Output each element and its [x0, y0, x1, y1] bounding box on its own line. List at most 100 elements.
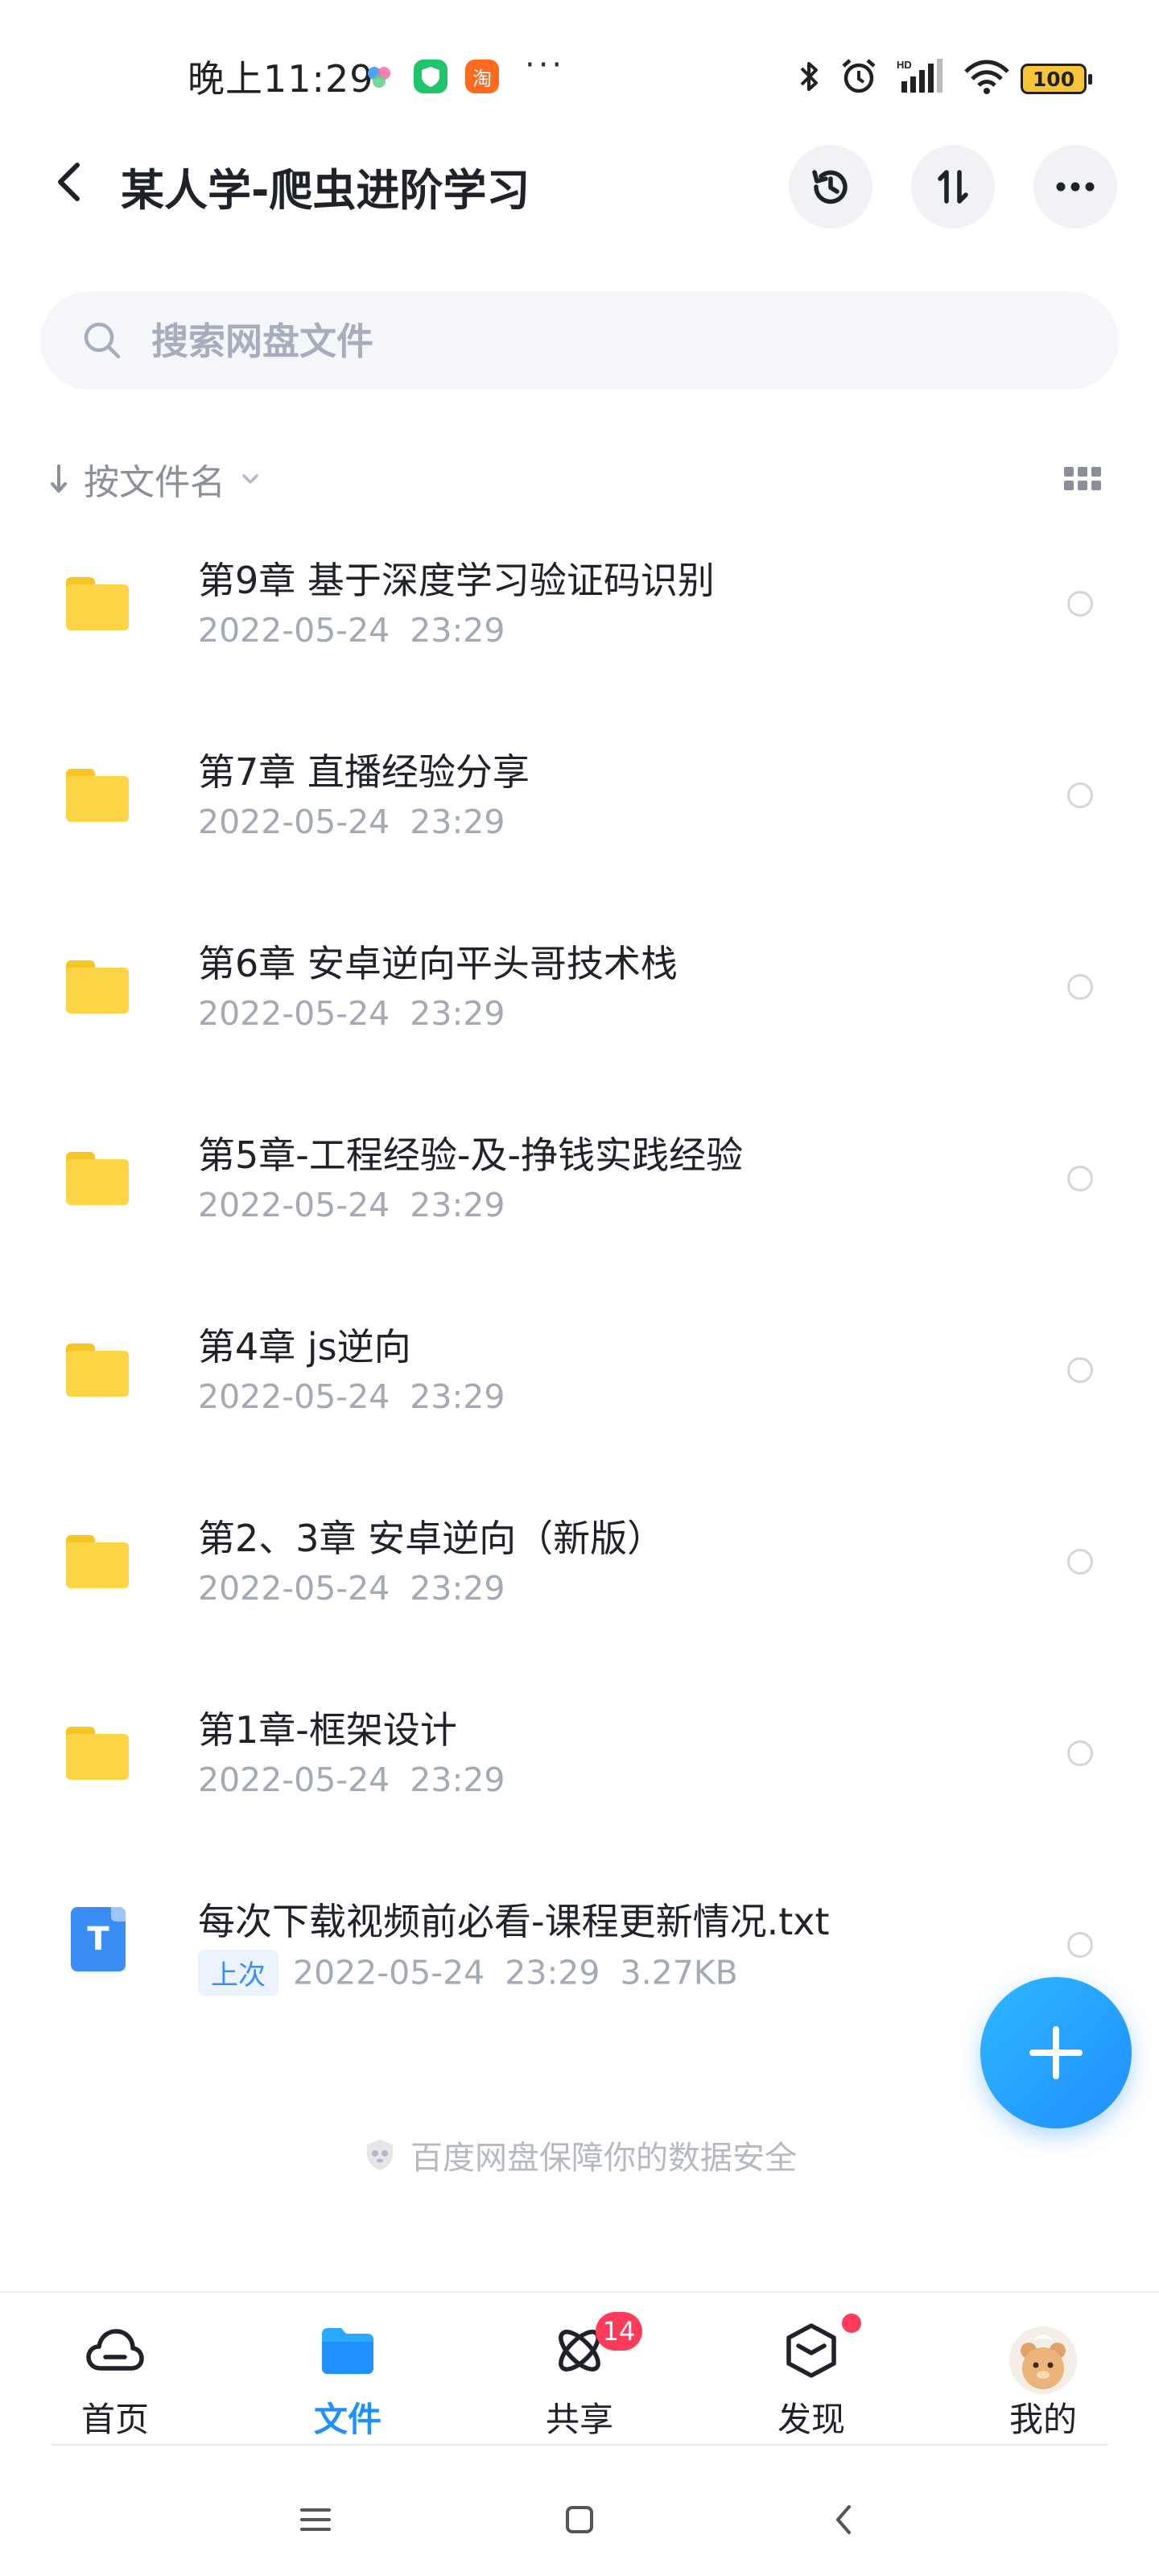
select-checkbox[interactable]: [1067, 1357, 1093, 1383]
folder-row[interactable]: 第2、3章 安卓逆向（新版） 2022-05-24 23:29: [0, 1485, 1159, 1677]
file-date: 2022-05-24 23:29: [198, 994, 505, 1033]
tab-label: 首页: [80, 2400, 149, 2439]
tab-label: 我的: [1008, 2400, 1077, 2439]
avatar: [1009, 2326, 1077, 2394]
system-back-button[interactable]: [811, 2487, 876, 2552]
svg-text:HD: HD: [897, 59, 912, 71]
file-name: 第9章 基于深度学习验证码识别: [198, 559, 715, 602]
tab-home[interactable]: 首页: [35, 2293, 196, 2454]
folder-row[interactable]: 第9章 基于深度学习验证码识别 2022-05-24 23:29: [0, 527, 1159, 719]
folder-icon: [66, 1344, 129, 1397]
plus-icon: [1029, 2026, 1083, 2079]
folder-icon: [66, 960, 129, 1013]
tab-label: 发现: [777, 2400, 845, 2439]
square-icon: [566, 2506, 593, 2533]
discover-box-icon: [782, 2322, 840, 2380]
safety-note: 百度网盘保障你的数据安全: [0, 2132, 1159, 2178]
file-name: 第2、3章 安卓逆向（新版）: [198, 1517, 665, 1560]
file-date: 2022-05-24 23:29: [198, 1186, 505, 1224]
file-name: 每次下载视频前必看-课程更新情况.txt: [198, 1900, 830, 1943]
file-date-size: 2022-05-24 23:29 3.27KB: [293, 1953, 738, 1992]
folder-row[interactable]: 第1章-框架设计 2022-05-24 23:29: [0, 1677, 1159, 1868]
search-input[interactable]: [150, 291, 1038, 391]
tab-files[interactable]: 文件: [267, 2293, 428, 2454]
status-time: 晚上11:29: [188, 57, 374, 101]
select-checkbox[interactable]: [1067, 782, 1093, 808]
tab-label: 文件: [313, 2400, 382, 2439]
file-name: 第5章-工程经验-及-挣钱实践经验: [198, 1133, 744, 1177]
folder-row[interactable]: 第7章 直播经验分享 2022-05-24 23:29: [0, 719, 1159, 910]
txt-file-icon: T: [71, 1907, 126, 1971]
file-name: 第7章 直播经验分享: [198, 750, 530, 794]
select-checkbox[interactable]: [1067, 1740, 1093, 1766]
cloud-app-icon: [362, 60, 396, 93]
file-date: 2022-05-24 23:29: [198, 1761, 505, 1799]
discover-notification-dot: [842, 2314, 861, 2333]
more-options-button[interactable]: [1033, 145, 1117, 229]
shield-app-icon: [414, 60, 448, 93]
cloud-home-icon: [86, 2322, 144, 2380]
transfer-button[interactable]: [911, 145, 995, 229]
folder-row[interactable]: 第5章-工程经验-及-挣钱实践经验 2022-05-24 23:29: [0, 1102, 1159, 1294]
file-name: 第1章-框架设计: [198, 1708, 457, 1752]
folder-icon: [66, 577, 129, 630]
tab-discover[interactable]: 发现: [731, 2293, 892, 2454]
page-title: 某人学-爬虫进阶学习: [121, 165, 530, 216]
file-date: 2022-05-24 23:29: [198, 611, 505, 650]
folder-icon: [66, 1727, 129, 1780]
folder-icon: [319, 2322, 377, 2380]
history-clock-icon: [812, 170, 848, 204]
file-date: 2022-05-24 23:29: [198, 1377, 505, 1416]
file-meta: 上次 2022-05-24 23:29 3.27KB: [198, 1950, 738, 1998]
taobao-app-icon: 淘: [465, 60, 499, 93]
system-nav-bar: [0, 2463, 1159, 2576]
folder-icon: [66, 769, 129, 822]
select-checkbox[interactable]: [1067, 1549, 1093, 1575]
status-more-dots: ···: [525, 47, 566, 84]
tab-bar-divider: [52, 2444, 1107, 2446]
battery-indicator: 100: [1021, 64, 1092, 94]
folder-row[interactable]: 第4章 js逆向 2022-05-24 23:29: [0, 1294, 1159, 1485]
folder-row[interactable]: 第6章 安卓逆向平头哥技术栈 2022-05-24 23:29: [0, 910, 1159, 1102]
history-button[interactable]: [789, 145, 872, 229]
back-button[interactable]: [44, 158, 93, 206]
file-date: 2022-05-24 23:29: [198, 1569, 505, 1608]
select-checkbox[interactable]: [1067, 974, 1093, 1000]
chevron-left-icon: [58, 163, 80, 201]
file-date: 2022-05-24 23:29: [198, 803, 505, 841]
recent-apps-button[interactable]: [283, 2487, 348, 2552]
last-opened-tag: 上次: [198, 1950, 278, 1996]
home-button[interactable]: [547, 2487, 612, 2552]
wifi-icon: [963, 57, 1011, 99]
search-box[interactable]: [40, 291, 1119, 391]
file-name: 第6章 安卓逆向平头哥技术栈: [198, 942, 678, 985]
share-badge: 14: [596, 2312, 642, 2351]
bottom-tab-bar: 首页 文件 14 共享 发现 我的: [0, 2291, 1159, 2454]
sort-selector[interactable]: 按文件名: [48, 451, 261, 507]
bluetooth-icon: [797, 57, 821, 99]
status-app-icons: 淘: [362, 60, 499, 93]
chevron-left-icon: [836, 2505, 851, 2534]
signal-icon: HD: [897, 57, 945, 99]
sort-label: 按文件名: [84, 462, 225, 503]
tab-profile[interactable]: 我的: [963, 2293, 1124, 2454]
select-checkbox[interactable]: [1067, 1166, 1093, 1191]
tab-label: 共享: [545, 2400, 613, 2439]
transfer-arrows-icon: [938, 170, 968, 204]
sort-arrow-down-icon: [51, 464, 67, 493]
grid-view-icon[interactable]: [1064, 467, 1101, 494]
add-button[interactable]: [980, 1977, 1132, 2128]
status-system-icons: HD: [797, 56, 1011, 100]
panda-shield-icon: [367, 2140, 393, 2170]
folder-icon: [66, 1152, 129, 1205]
safety-note-text: 百度网盘保障你的数据安全: [410, 2140, 797, 2177]
tab-share[interactable]: 14 共享: [499, 2293, 660, 2454]
select-checkbox[interactable]: [1067, 1932, 1093, 1958]
search-icon: [84, 322, 121, 359]
file-name: 第4章 js逆向: [198, 1325, 411, 1368]
chevron-down-icon: [242, 474, 258, 484]
status-bar: 晚上11:29 淘 ··· HD 100: [0, 0, 1159, 137]
alarm-icon: [839, 56, 879, 100]
select-checkbox[interactable]: [1067, 591, 1093, 617]
more-dots-icon: [1056, 182, 1095, 192]
